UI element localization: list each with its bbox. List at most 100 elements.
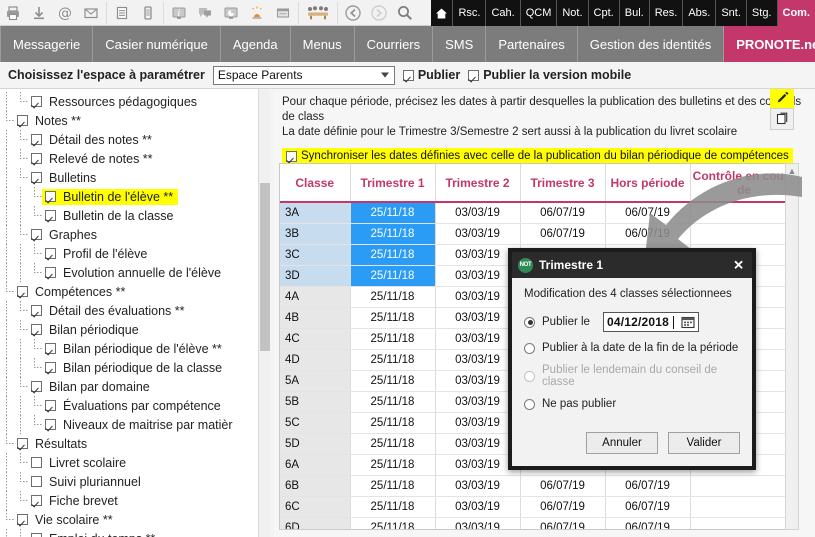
tree-item[interactable]: Bulletins xyxy=(0,168,258,187)
alarm-light-icon[interactable] xyxy=(244,1,270,25)
cell-t1[interactable]: 25/11/18 xyxy=(350,496,436,518)
tree-item[interactable]: Profil de l'élève xyxy=(0,244,258,263)
column-header[interactable]: Trimestre 3 xyxy=(520,164,606,203)
option-publier-le-row[interactable]: Publier le 04/12/2018 xyxy=(524,312,740,332)
cell-classe[interactable]: 4A xyxy=(280,286,351,308)
cell-hp[interactable]: 06/07/19 xyxy=(605,223,691,245)
cell-t1[interactable]: 25/11/18 xyxy=(350,202,436,224)
cell-ccf[interactable] xyxy=(690,202,798,224)
tree-item[interactable]: Bulletin de l'élève ** xyxy=(0,187,258,206)
sync-dates-checkbox[interactable] xyxy=(286,150,297,162)
table-scrollbar[interactable]: ▲ xyxy=(785,163,799,530)
cell-classe[interactable]: 3D xyxy=(280,265,351,287)
tree-item[interactable]: Ressources pédagogiques xyxy=(0,92,258,111)
tab-abs[interactable]: Abs. xyxy=(683,0,717,26)
tree-item[interactable]: Suivi pluriannuel xyxy=(0,472,258,491)
tree-item[interactable]: Bilan par domaine xyxy=(0,377,258,396)
print-icon[interactable] xyxy=(0,1,26,25)
cell-t2[interactable]: 03/03/19 xyxy=(435,223,521,245)
space-select[interactable]: Espace Parents xyxy=(212,65,395,85)
publish-checkbox-row[interactable]: Publier xyxy=(402,68,460,82)
tree-item[interactable]: Graphes xyxy=(0,225,258,244)
close-icon[interactable]: ✕ xyxy=(733,259,744,272)
cell-classe[interactable]: 6A xyxy=(280,454,351,476)
tree-item-checkbox[interactable] xyxy=(31,172,42,183)
tree-item-checkbox[interactable] xyxy=(31,457,42,468)
tree-item[interactable]: Bilan périodique xyxy=(0,320,258,339)
column-header[interactable]: Trimestre 1 xyxy=(350,164,436,203)
tree-item-checkbox[interactable] xyxy=(31,134,42,145)
cell-classe[interactable]: 3B xyxy=(280,223,351,245)
tree-item-checkbox[interactable] xyxy=(17,115,28,126)
menu-item-menus[interactable]: Menus xyxy=(291,26,355,62)
calendar-icon[interactable] xyxy=(681,315,695,329)
tree-item[interactable]: Emploi du temps ** xyxy=(0,529,258,537)
tree-item[interactable]: Bilan périodique de la classe xyxy=(0,358,258,377)
tree-item-checkbox[interactable] xyxy=(17,438,28,449)
window-icon[interactable] xyxy=(270,1,296,25)
tree-item[interactable]: Evolution annuelle de l'élève xyxy=(0,263,258,282)
document-list-icon[interactable] xyxy=(109,1,135,25)
cell-t3[interactable]: 06/07/19 xyxy=(520,223,606,245)
tree-item[interactable]: Vie scolaire ** xyxy=(0,510,258,529)
column-header[interactable]: Contrôle en cours de xyxy=(690,164,798,203)
cell-t1[interactable]: 25/11/18 xyxy=(350,454,436,476)
tab-cpt[interactable]: Cpt. xyxy=(588,0,620,26)
cell-ccf[interactable] xyxy=(690,517,798,529)
tree-item[interactable]: Bulletin de la classe xyxy=(0,206,258,225)
cell-classe[interactable]: 3A xyxy=(280,202,351,224)
chat-bubble-icon[interactable] xyxy=(192,1,218,25)
menu-item-pronote-net[interactable]: PRONOTE.net xyxy=(724,26,815,62)
tree-item[interactable]: Compétences ** xyxy=(0,282,258,301)
cell-classe[interactable]: 4D xyxy=(280,349,351,371)
tree-item-checkbox[interactable] xyxy=(31,533,42,537)
menu-item-gestion-des-identites[interactable]: Gestion des identités xyxy=(578,26,725,62)
sync-dates-checkbox-row[interactable]: Synchroniser les dates définies avec cel… xyxy=(282,148,793,164)
search-icon[interactable] xyxy=(392,1,418,25)
cell-t3[interactable]: 06/07/19 xyxy=(520,517,606,529)
column-header[interactable]: Hors période xyxy=(605,164,691,203)
envelope-icon[interactable] xyxy=(78,1,104,25)
publish-checkbox[interactable] xyxy=(402,69,414,81)
tree-item[interactable]: Résultats xyxy=(0,434,258,453)
menu-item-agenda[interactable]: Agenda xyxy=(221,26,291,62)
home-tab[interactable] xyxy=(431,0,454,26)
at-sign-icon[interactable]: @ xyxy=(52,1,78,25)
tab-com[interactable]: Com. xyxy=(777,0,815,26)
menu-item-courriers[interactable]: Courriers xyxy=(355,26,434,62)
cell-t1[interactable]: 25/11/18 xyxy=(350,265,436,287)
table-row[interactable]: 6C 25/11/18 03/03/19 06/07/19 06/07/19 xyxy=(280,496,798,518)
tree-item-checkbox[interactable] xyxy=(45,419,56,430)
radio-publier-le[interactable] xyxy=(524,316,535,328)
cancel-button[interactable]: Annuler xyxy=(586,432,658,454)
tree-item-checkbox[interactable] xyxy=(45,191,56,202)
cell-t2[interactable]: 03/03/19 xyxy=(435,202,521,224)
info-screen-icon[interactable]: i xyxy=(166,1,192,25)
menu-item-casier-numerique[interactable]: Casier numérique xyxy=(93,26,221,62)
back-icon[interactable] xyxy=(340,1,366,25)
tree-item[interactable]: Relevé de notes ** xyxy=(0,149,258,168)
cell-t1[interactable]: 25/11/18 xyxy=(350,328,436,350)
table-row[interactable]: 6B 25/11/18 03/03/19 06/07/19 06/07/19 xyxy=(280,475,798,497)
tree-item-checkbox[interactable] xyxy=(45,267,56,278)
radio-fin-periode[interactable] xyxy=(524,342,535,354)
menu-item-sms[interactable]: SMS xyxy=(433,26,487,62)
tab-qcm[interactable]: QCM xyxy=(520,0,558,26)
tree-item-checkbox[interactable] xyxy=(17,514,28,525)
cell-hp[interactable]: 06/07/19 xyxy=(605,517,691,529)
cell-ccf[interactable] xyxy=(690,223,798,245)
tree-scrollbar-thumb[interactable] xyxy=(260,183,270,351)
publication-date-field[interactable]: 04/12/2018 xyxy=(602,312,700,332)
tab-bul[interactable]: Bul. xyxy=(619,0,650,26)
publish-mobile-checkbox[interactable] xyxy=(468,69,480,81)
table-row[interactable]: 6D 25/11/18 03/03/19 06/07/19 06/07/19 xyxy=(280,517,798,529)
cell-classe[interactable]: 6C xyxy=(280,496,351,518)
tree-item[interactable]: Fiche brevet xyxy=(0,491,258,510)
mobile-device-icon[interactable] xyxy=(135,1,161,25)
tree-item-checkbox[interactable] xyxy=(45,400,56,411)
meeting-table-icon[interactable] xyxy=(301,1,335,25)
cell-classe[interactable]: 3C xyxy=(280,244,351,266)
tree-item-checkbox[interactable] xyxy=(17,286,28,297)
cell-t1[interactable]: 25/11/18 xyxy=(350,370,436,392)
tree-item[interactable]: Niveaux de maitrise par matièr xyxy=(0,415,258,434)
